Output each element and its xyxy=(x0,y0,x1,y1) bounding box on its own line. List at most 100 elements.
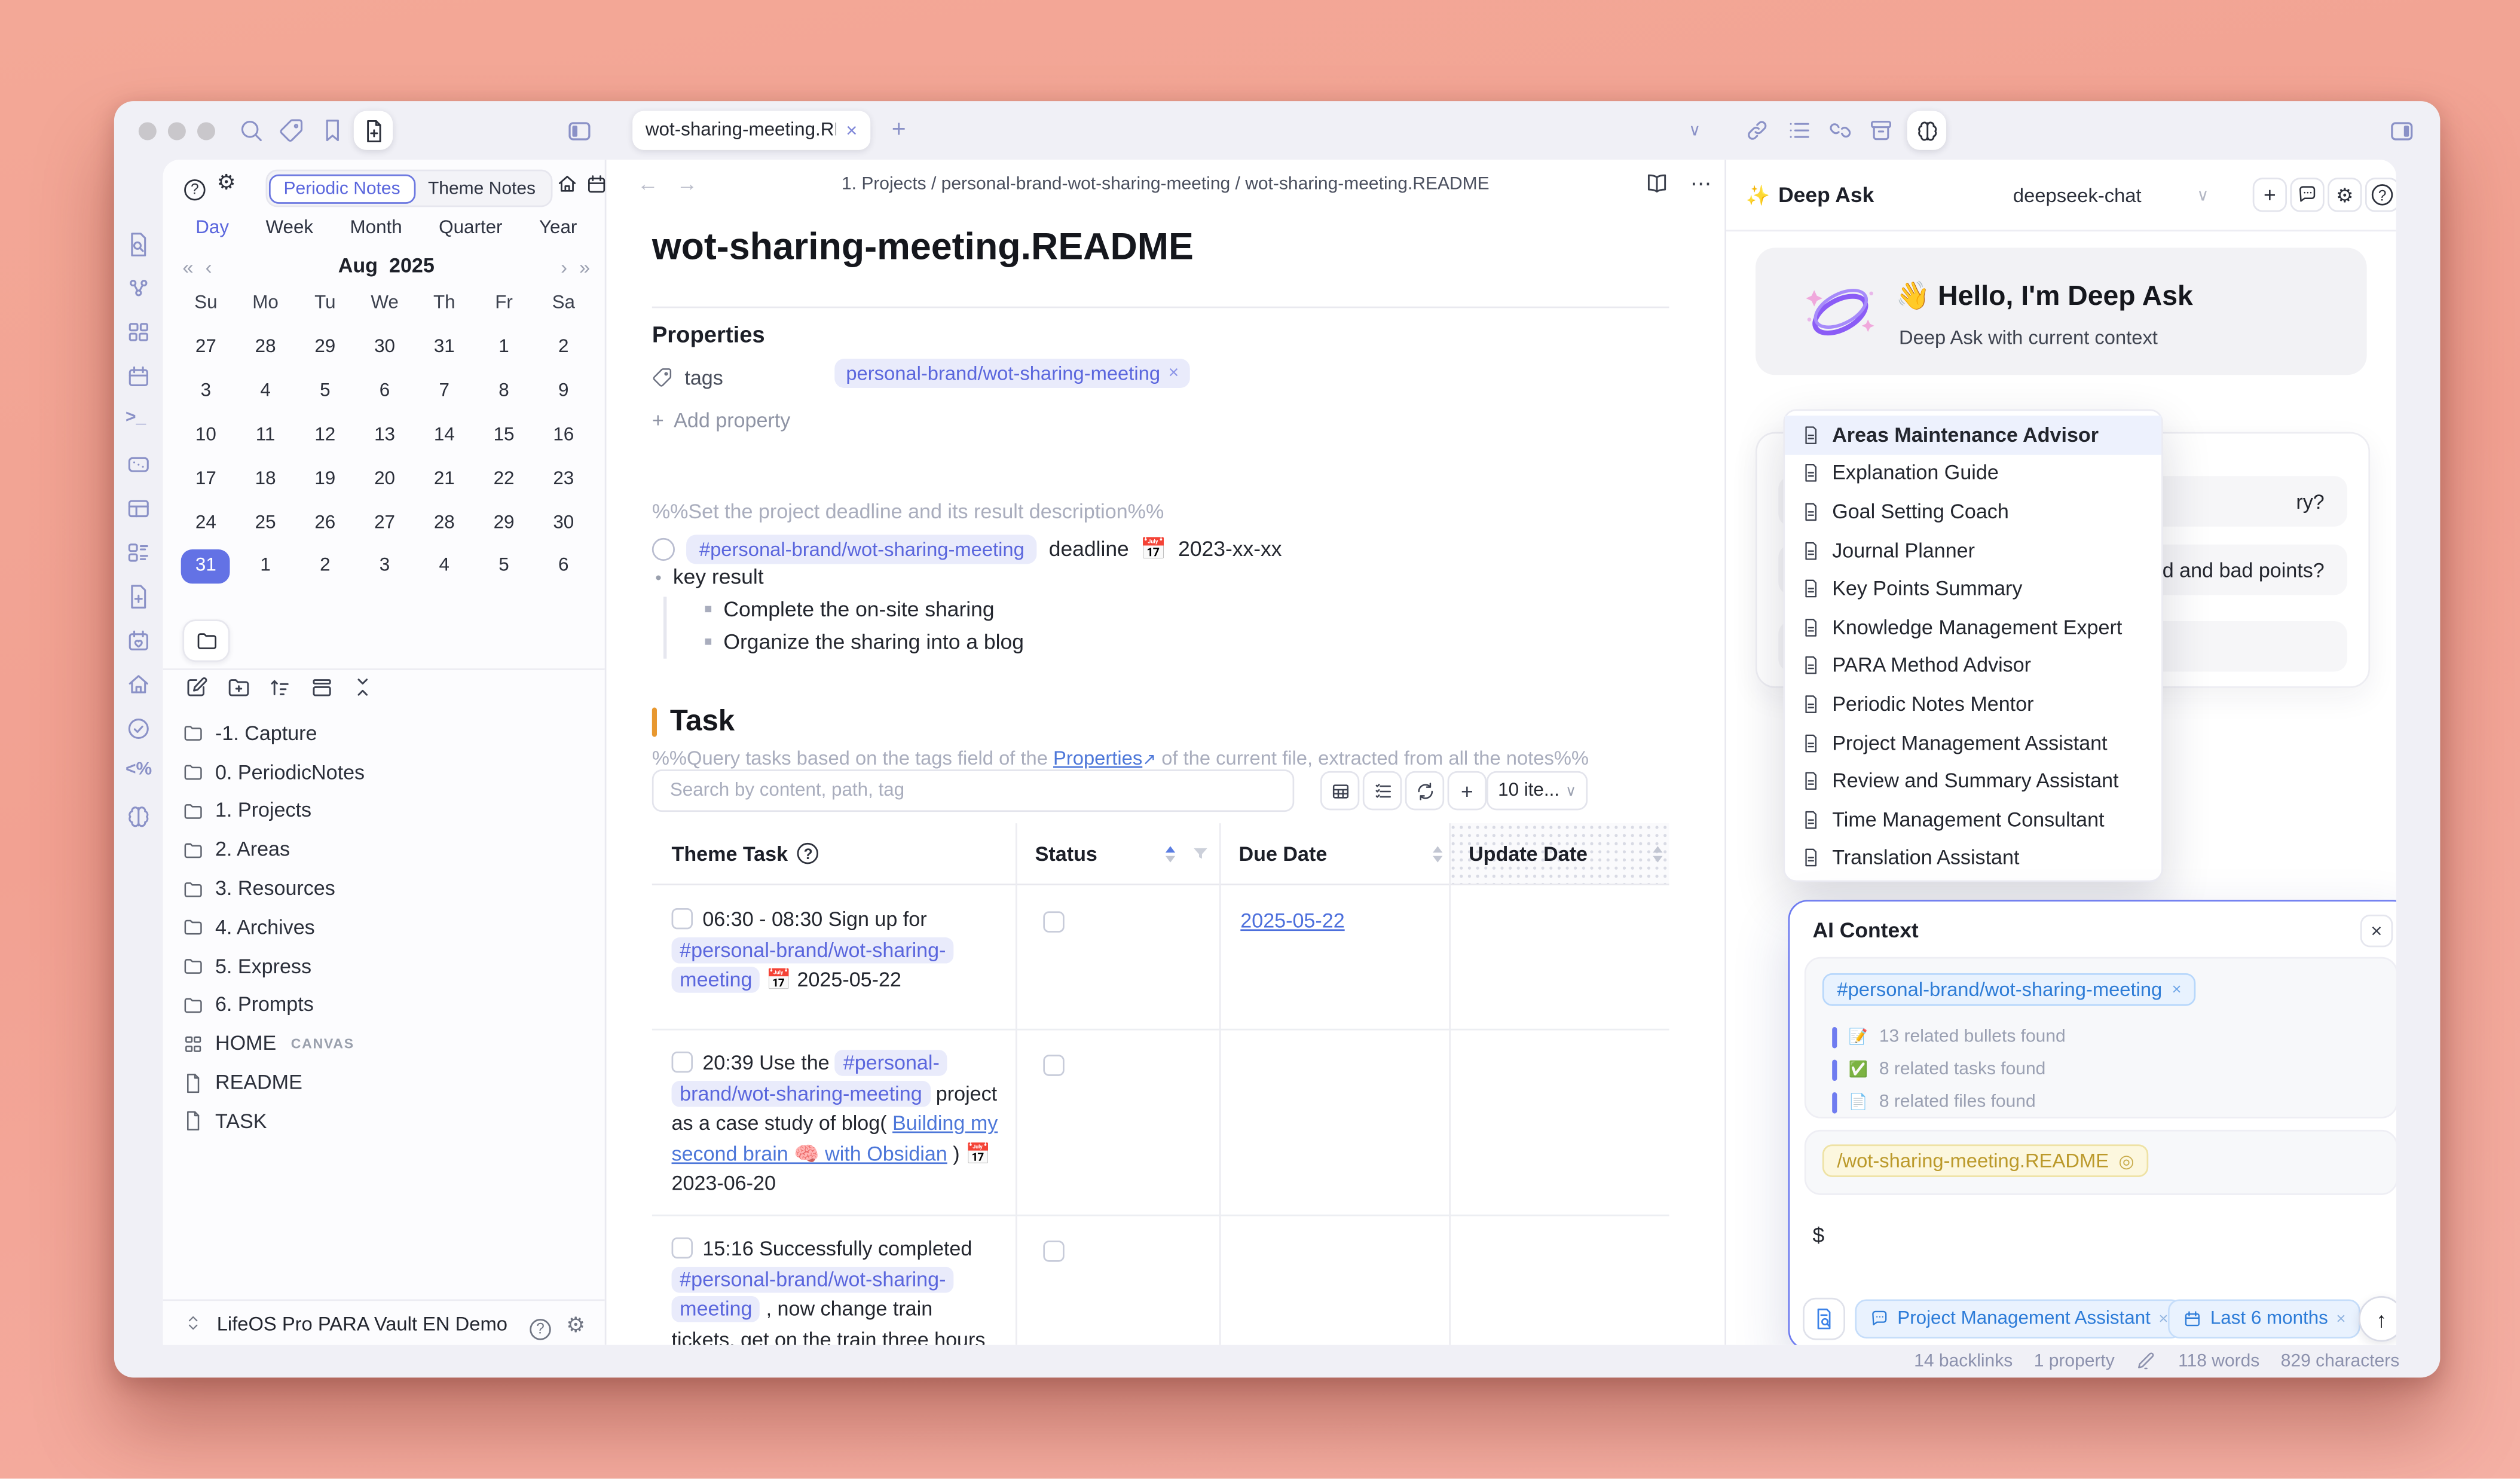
file-tree-item[interactable]: -1. Capture xyxy=(176,714,594,753)
list-view-icon[interactable] xyxy=(1362,771,1402,811)
file-tree-item[interactable]: HOME CANVAS xyxy=(176,1025,594,1064)
sort-arrows[interactable] xyxy=(1433,845,1443,862)
tab-close-icon[interactable]: × xyxy=(846,119,857,142)
right-sidebar-toggle-icon[interactable] xyxy=(2388,117,2415,145)
refresh-icon[interactable] xyxy=(1405,771,1445,811)
traffic-light-zoom[interactable] xyxy=(197,122,215,140)
calendar-day[interactable]: 12 xyxy=(295,414,355,457)
calendar-day[interactable]: 2 xyxy=(295,545,355,588)
task-checkbox[interactable] xyxy=(671,1051,693,1073)
collapse-view-icon[interactable] xyxy=(310,675,334,699)
assistant-option[interactable]: Journal Planner xyxy=(1785,531,2161,569)
context-file-pill[interactable]: /wot-sharing-meeting.README ◎ xyxy=(1822,1144,2149,1177)
calendar-day[interactable]: 27 xyxy=(355,501,415,545)
help-icon[interactable]: ? xyxy=(184,173,206,202)
deep-ask-help-button[interactable]: ? xyxy=(2365,178,2396,212)
send-button[interactable]: ↑ xyxy=(2359,1295,2396,1342)
assistant-option[interactable]: Periodic Notes Mentor xyxy=(1785,685,2161,723)
column-header-theme-task[interactable]: Theme Task? xyxy=(652,823,1016,885)
tab-active[interactable]: wot-sharing-meeting.RE... × xyxy=(632,111,871,150)
calendar-view-tab[interactable]: Quarter xyxy=(439,218,502,238)
code-percent-icon[interactable]: <% xyxy=(126,760,152,780)
home-note-icon[interactable] xyxy=(556,173,579,195)
table-row[interactable]: 20:39 Use the #personal-brand/wot-sharin… xyxy=(652,1029,1669,1217)
calendar-day[interactable]: 28 xyxy=(236,326,295,369)
open-calendar-icon[interactable] xyxy=(585,173,608,195)
calendar-day[interactable]: 13 xyxy=(355,414,415,457)
file-tree-item[interactable]: 1. Projects xyxy=(176,792,594,830)
table-view-icon[interactable] xyxy=(1320,771,1360,811)
tags-property-label[interactable]: tags xyxy=(684,366,723,389)
calendar-heart-icon[interactable] xyxy=(126,628,152,654)
left-sidebar-toggle-icon[interactable] xyxy=(565,117,593,145)
task-checkbox[interactable] xyxy=(671,907,693,930)
new-tab-button[interactable]: + xyxy=(892,116,906,145)
dashboard-icon[interactable] xyxy=(126,319,152,346)
status-checkbox[interactable] xyxy=(1043,1240,1065,1262)
tag-icon[interactable] xyxy=(279,117,305,143)
file-tree-item[interactable]: 5. Express xyxy=(176,947,594,986)
segment-ext[interactable]: ↗ xyxy=(1142,751,1156,769)
page-size-select[interactable]: 10 ite... ∨ xyxy=(1487,771,1588,811)
new-chat-button[interactable]: + xyxy=(2252,178,2287,212)
calendar-day[interactable]: 5 xyxy=(295,369,355,413)
calendar-settings-gear-icon[interactable]: ⚙ xyxy=(217,170,236,196)
cards-list-icon[interactable] xyxy=(126,540,152,566)
calendar-view-tab[interactable]: Month xyxy=(350,218,402,238)
calendar-day[interactable]: 4 xyxy=(236,369,295,413)
assistant-option[interactable]: Knowledge Management Expert xyxy=(1785,608,2161,646)
tag-remove-icon[interactable]: × xyxy=(1169,363,1179,383)
dice-icon[interactable] xyxy=(126,451,152,478)
column-header-status[interactable]: Status xyxy=(1015,823,1219,885)
calendar-day[interactable]: 24 xyxy=(176,501,236,545)
assistant-option[interactable]: Project Management Assistant xyxy=(1785,723,2161,762)
calendar-day[interactable]: 29 xyxy=(295,326,355,369)
calendar-day[interactable]: 25 xyxy=(236,501,295,545)
calendar-day[interactable]: 17 xyxy=(176,457,236,501)
add-task-icon[interactable]: + xyxy=(1447,771,1487,811)
task-radio[interactable] xyxy=(652,537,675,560)
model-select[interactable]: deepseek-chat ∨ xyxy=(2013,184,2209,207)
task-search-input[interactable] xyxy=(652,769,1295,812)
calendar-day[interactable]: 5 xyxy=(474,545,534,588)
deadline-tag-pill[interactable]: #personal-brand/wot-sharing-meeting xyxy=(686,534,1038,564)
calendar-day[interactable]: 7 xyxy=(414,369,474,413)
calendar-day[interactable]: 22 xyxy=(474,457,534,501)
note-title[interactable]: wot-sharing-meeting.README xyxy=(652,225,1194,269)
assistant-option[interactable]: PARA Method Advisor xyxy=(1785,646,2161,685)
add-property-button[interactable]: + Add property xyxy=(652,409,791,432)
calendar-day[interactable]: 19 xyxy=(295,457,355,501)
tab-theme-notes[interactable]: Theme Notes xyxy=(415,175,549,201)
deadline-date[interactable]: 2023-xx-xx xyxy=(1178,536,1282,561)
prompt-input-text[interactable]: $ xyxy=(1812,1223,1824,1247)
backlinks-count[interactable]: 14 backlinks xyxy=(1914,1350,2013,1370)
calendar-day[interactable]: 10 xyxy=(176,414,236,457)
incoming-links-icon[interactable] xyxy=(1827,117,1854,143)
breadcrumb[interactable]: 1. Projects / personal-brand-wot-sharing… xyxy=(802,175,1529,194)
tab-periodic-notes[interactable]: Periodic Notes xyxy=(268,173,415,203)
character-count[interactable]: 829 characters xyxy=(2281,1350,2399,1370)
forward-icon[interactable]: → xyxy=(677,171,698,195)
traffic-light-minimize[interactable] xyxy=(167,122,186,140)
assistant-option[interactable]: Translation Assistant xyxy=(1785,839,2161,877)
calendar-view-tab[interactable]: Year xyxy=(539,218,577,238)
calendar-view-tab[interactable]: Week xyxy=(265,218,313,238)
file-tree-item[interactable]: 4. Archives xyxy=(176,908,594,947)
calendar-day[interactable]: 11 xyxy=(236,414,295,457)
calendar-day[interactable]: 31 xyxy=(181,549,231,583)
reading-view-icon[interactable] xyxy=(1645,171,1669,195)
sort-icon[interactable] xyxy=(267,675,292,699)
calendar-day[interactable]: 26 xyxy=(295,501,355,545)
deep-ask-settings-button[interactable]: ⚙ xyxy=(2328,178,2362,212)
calendar-icon[interactable] xyxy=(126,363,152,390)
status-checkbox[interactable] xyxy=(1043,1055,1065,1076)
timerange-context-pill[interactable]: Last 6 months × xyxy=(2167,1299,2360,1339)
calendar-view-tab[interactable]: Day xyxy=(195,218,229,238)
outline-icon[interactable] xyxy=(1787,117,1813,143)
file-tree-item[interactable]: 2. Areas xyxy=(176,830,594,869)
traffic-light-close[interactable] xyxy=(138,122,157,140)
home-icon[interactable] xyxy=(126,672,152,698)
calendar-day[interactable]: 1 xyxy=(474,326,534,369)
calendar-day[interactable]: 14 xyxy=(414,414,474,457)
next-year-icon[interactable]: » xyxy=(579,256,590,279)
